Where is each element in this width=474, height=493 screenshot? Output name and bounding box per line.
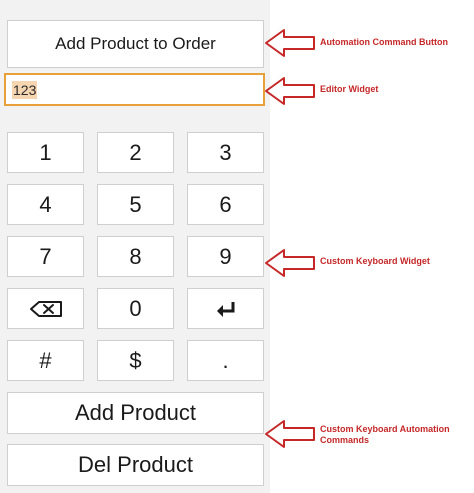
backspace-icon: [29, 300, 62, 317]
editor-value: 123: [12, 80, 38, 99]
key-8[interactable]: 8: [97, 236, 174, 277]
key-3[interactable]: 3: [187, 132, 264, 173]
callout-keyboard-commands: Custom Keyboard Automation Commands: [320, 424, 450, 445]
key-dollar[interactable]: $: [97, 340, 174, 381]
key-hash[interactable]: #: [7, 340, 84, 381]
del-product-button[interactable]: Del Product: [7, 444, 264, 486]
enter-icon: [216, 301, 234, 317]
add-product-button[interactable]: Add Product: [7, 392, 264, 434]
callout-automation-button: Automation Command Button: [320, 37, 448, 47]
arrow-left-icon: [265, 77, 315, 105]
key-0[interactable]: 0: [97, 288, 174, 329]
key-1[interactable]: 1: [7, 132, 84, 173]
key-4[interactable]: 4: [7, 184, 84, 225]
arrow-left-icon: [265, 249, 315, 277]
callout-keyboard-widget: Custom Keyboard Widget: [320, 256, 430, 266]
callout-editor-widget: Editor Widget: [320, 84, 379, 94]
key-2[interactable]: 2: [97, 132, 174, 173]
key-period[interactable]: .: [187, 340, 264, 381]
app-panel: Add Product to Order 123 1 2 3 4 5 6 7 8…: [0, 0, 270, 493]
key-6[interactable]: 6: [187, 184, 264, 225]
add-product-to-order-button[interactable]: Add Product to Order: [7, 20, 264, 68]
backspace-key[interactable]: [7, 288, 84, 329]
key-9[interactable]: 9: [187, 236, 264, 277]
editor-widget[interactable]: 123: [4, 73, 265, 106]
arrow-left-icon: [265, 420, 315, 448]
key-5[interactable]: 5: [97, 184, 174, 225]
key-7[interactable]: 7: [7, 236, 84, 277]
enter-key[interactable]: [187, 288, 264, 329]
arrow-left-icon: [265, 29, 315, 57]
